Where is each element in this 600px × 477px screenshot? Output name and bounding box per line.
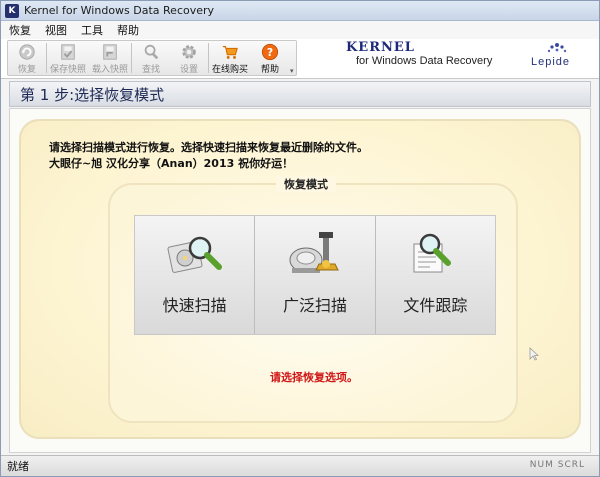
settings-button[interactable]: 设置 — [170, 41, 208, 75]
menu-view[interactable]: 视图 — [45, 22, 67, 38]
help-icon: ? — [261, 43, 279, 61]
search-button[interactable]: 查找 — [132, 41, 170, 75]
brand-product: for Windows Data Recovery — [356, 55, 493, 67]
instruction-line-1: 请选择扫描模式进行恢复。选择快速扫描来恢复最近删除的文件。 — [49, 141, 368, 154]
quick-scan-button[interactable]: 快速扫描 — [135, 216, 256, 334]
toolbar-area: 恢复 保存快照 载入快照 查找 设置 在线购买 ? 帮助 ▾ KERNEL fo… — [1, 39, 599, 79]
brand-kernel: KERNEL — [346, 40, 415, 55]
step-header: 第 1 步:选择恢复模式 — [9, 81, 591, 107]
toolbar: 恢复 保存快照 载入快照 查找 设置 在线购买 ? 帮助 — [7, 40, 297, 76]
quick-scan-label: 快速扫描 — [162, 296, 227, 315]
cart-icon — [222, 46, 238, 59]
load-snapshot-label: 载入快照 — [91, 65, 128, 75]
main-content: 请选择扫描模式进行恢复。选择快速扫描来恢复最近删除的文件。 大眼仔~旭 汉化分享… — [9, 108, 591, 453]
instruction-line-2: 大眼仔~旭 汉化分享（Anan）2013 祝你好运！ — [49, 157, 294, 170]
menu-help[interactable]: 帮助 — [117, 22, 139, 38]
recover-icon — [19, 44, 35, 60]
save-snapshot-label: 保存快照 — [49, 65, 86, 75]
recovery-mode-label: 恢复模式 — [276, 176, 336, 192]
help-label: 帮助 — [260, 65, 279, 75]
search-icon — [144, 44, 159, 60]
status-bar: 就绪 NUM SCRL — [1, 455, 599, 476]
toolbar-overflow-icon[interactable]: ▾ — [290, 67, 294, 75]
recover-button[interactable]: 恢复 — [8, 41, 46, 75]
buy-online-label: 在线购买 — [211, 65, 248, 75]
app-window: K Kernel for Windows Data Recovery 恢复 视图… — [0, 0, 600, 477]
step-title: 第 1 步:选择恢复模式 — [20, 85, 165, 104]
help-button[interactable]: ? 帮助 — [251, 41, 289, 75]
file-trace-label: 文件跟踪 — [403, 296, 468, 315]
menu-tools[interactable]: 工具 — [81, 22, 103, 38]
status-keys: NUM SCRL — [529, 460, 585, 470]
kernel-logo: KERNEL for Windows Data Recovery — [346, 39, 506, 75]
title-bar[interactable]: K Kernel for Windows Data Recovery — [1, 1, 599, 21]
extensive-scan-icon — [289, 232, 339, 273]
save-snapshot-button[interactable]: 保存快照 — [47, 41, 89, 75]
mouse-cursor-icon — [529, 347, 539, 361]
buy-online-button[interactable]: 在线购买 — [209, 41, 251, 75]
file-trace-icon — [413, 233, 452, 273]
recovery-mode-group: 恢复模式 快速扫描 广泛扫描 文件跟踪 请选择恢复选项。 — [108, 176, 518, 423]
menu-bar: 恢复 视图 工具 帮助 — [1, 21, 599, 39]
svg-text:?: ? — [267, 46, 273, 59]
save-snapshot-icon — [61, 44, 75, 60]
scan-mode-buttons: 快速扫描 广泛扫描 文件跟踪 — [134, 215, 496, 335]
file-trace-button[interactable]: 文件跟踪 — [375, 216, 495, 334]
load-snapshot-button[interactable]: 载入快照 — [89, 41, 131, 75]
brand-lepide: Lepide — [531, 56, 571, 68]
window-title: Kernel for Windows Data Recovery — [24, 4, 215, 17]
extensive-scan-button[interactable]: 广泛扫描 — [255, 216, 376, 334]
wizard-panel: 请选择扫描模式进行恢复。选择快速扫描来恢复最近删除的文件。 大眼仔~旭 汉化分享… — [19, 119, 581, 439]
extensive-scan-label: 广泛扫描 — [282, 296, 347, 315]
quick-scan-icon — [167, 236, 222, 273]
app-icon: K — [5, 3, 19, 18]
status-text: 就绪 — [7, 460, 29, 473]
selection-hint: 请选择恢复选项。 — [270, 371, 358, 384]
load-snapshot-icon — [103, 44, 117, 60]
recover-label: 恢复 — [17, 65, 36, 75]
gear-icon — [182, 45, 196, 59]
menu-recover[interactable]: 恢复 — [9, 22, 31, 38]
settings-label: 设置 — [179, 65, 198, 75]
search-label: 查找 — [141, 65, 160, 75]
